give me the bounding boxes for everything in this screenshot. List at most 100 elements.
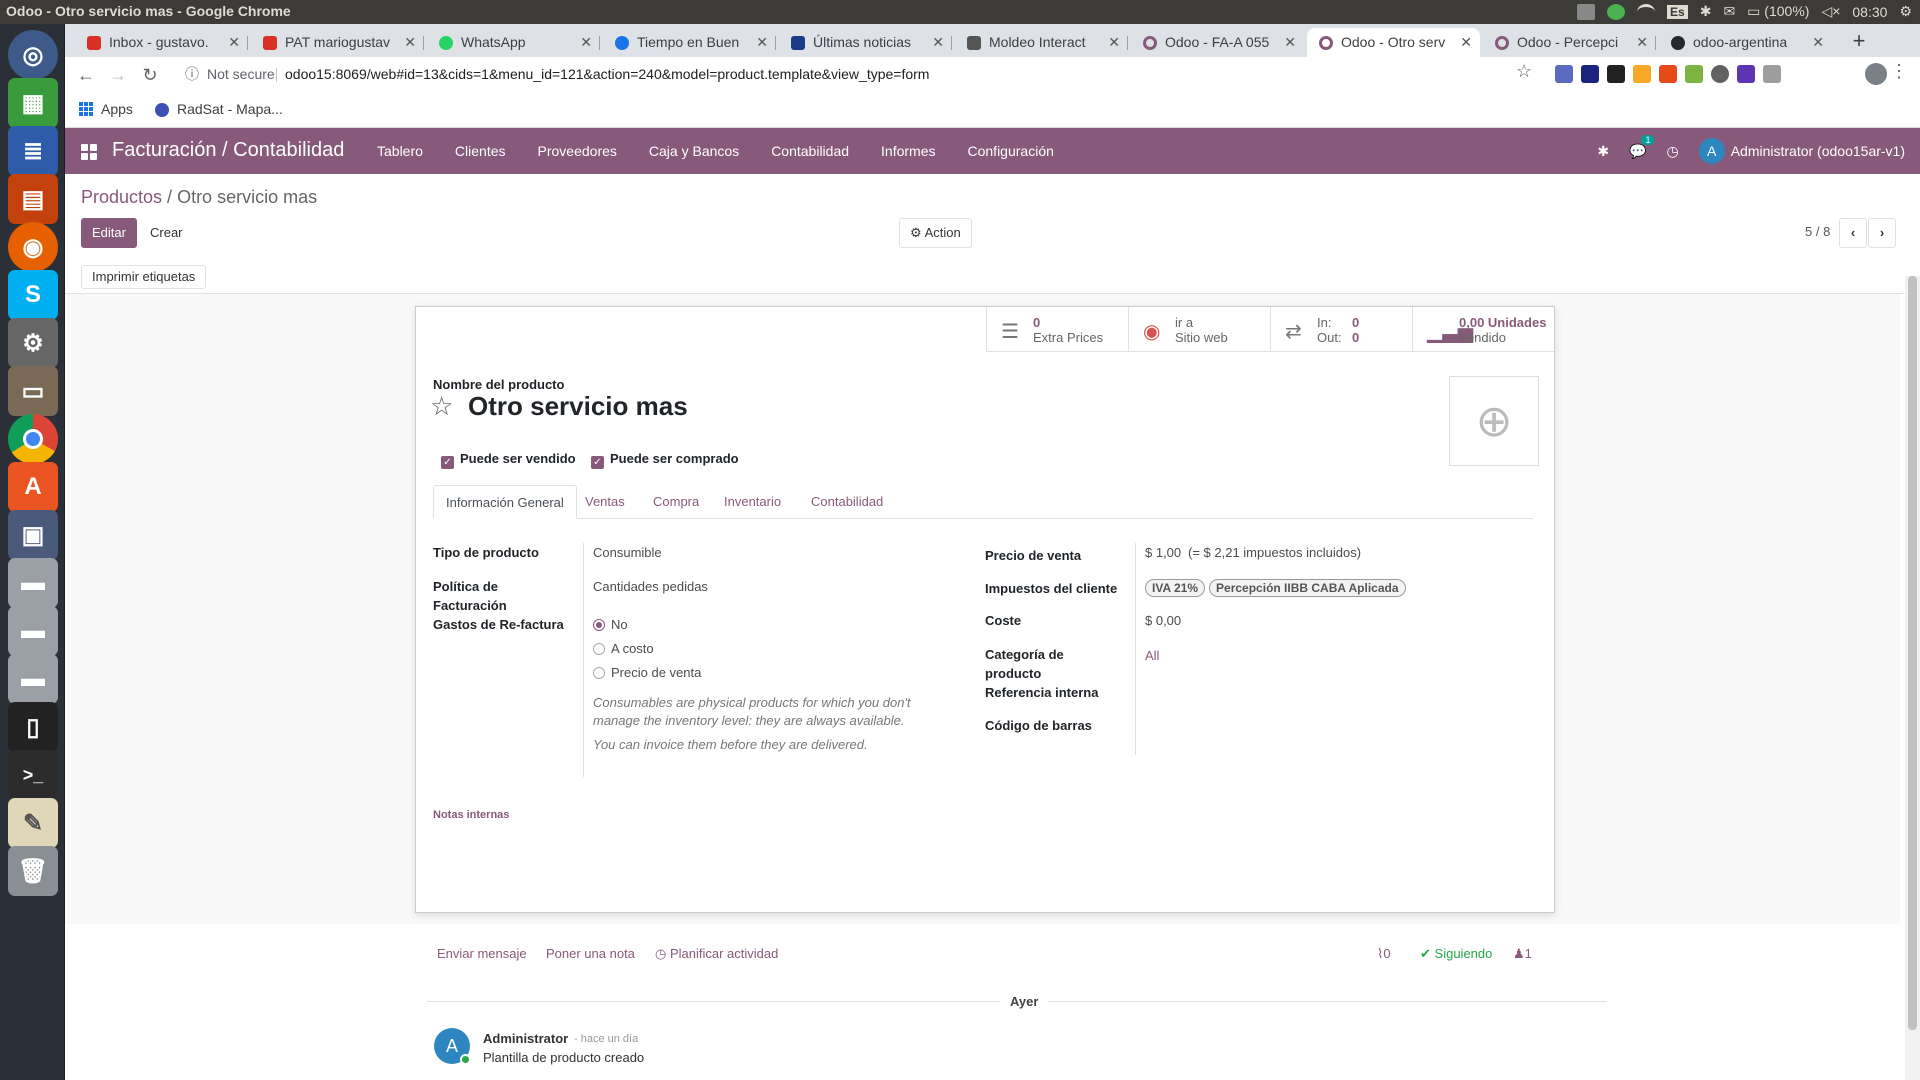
trash-icon[interactable]: 🗑 (8, 846, 58, 896)
update-check-icon[interactable] (1607, 3, 1626, 20)
drive-icon[interactable]: ▬ (8, 558, 58, 608)
bookmark-apps[interactable]: Apps (101, 101, 133, 117)
cost-value[interactable]: $ 0,00 (1145, 613, 1181, 628)
close-tab-icon[interactable]: ✕ (932, 28, 944, 57)
following-button[interactable]: ✔ Siguiendo (1420, 946, 1492, 962)
tax-tag[interactable]: Percepción IIBB CABA Aplicada (1209, 579, 1406, 597)
bluetooth-icon[interactable]: ✱ (1700, 3, 1712, 20)
writer-icon[interactable]: ≣ (8, 126, 58, 176)
apps-grid-icon[interactable] (79, 102, 93, 116)
impress-icon[interactable]: ▤ (8, 174, 58, 224)
expense-option-no[interactable]: No (593, 617, 628, 632)
in-out-button[interactable]: ⇄ In: 0 Out: 0 (1270, 307, 1412, 352)
expense-option-cost[interactable]: A costo (593, 641, 654, 656)
close-tab-icon[interactable]: ✕ (580, 28, 592, 57)
new-tab-button[interactable]: + (1845, 28, 1873, 56)
menu-caja-bancos[interactable]: Caja y Bancos (633, 128, 755, 174)
extension-icon[interactable] (1763, 65, 1781, 83)
phone-icon[interactable]: ▯ (8, 702, 58, 752)
close-tab-icon[interactable]: ✕ (1636, 28, 1648, 57)
profile-avatar[interactable] (1865, 63, 1887, 85)
bookmark-star-icon[interactable]: ☆ (1516, 61, 1532, 82)
user-menu[interactable]: A Administrator (odoo15ar-v1) (1698, 138, 1905, 164)
not-secure-label[interactable]: Not secure (207, 60, 275, 89)
favorite-star-icon[interactable]: ☆ (430, 391, 453, 422)
extension-icon[interactable] (1633, 65, 1651, 83)
tab-compra[interactable]: Compra (641, 485, 711, 519)
address-bar[interactable]: ⓘ Not secure odoo15:8069/web#id=13&cids=… (177, 60, 1605, 89)
browser-tab[interactable]: WhatsApp ✕ (427, 28, 600, 57)
extra-prices-button[interactable]: ☰ 0 Extra Prices (986, 307, 1128, 352)
menu-proveedores[interactable]: Proveedores (522, 128, 633, 174)
url-text[interactable]: odoo15:8069/web#id=13&cids=1&menu_id=121… (285, 60, 929, 89)
info-icon[interactable]: ⓘ (185, 60, 199, 89)
ubuntu-dash-icon[interactable]: ◎ (8, 30, 58, 80)
software-center-icon[interactable]: A (8, 462, 58, 512)
close-tab-icon[interactable]: ✕ (756, 28, 768, 57)
expense-option-sales-price[interactable]: Precio de venta (593, 665, 701, 680)
browser-tab[interactable]: odoo-argentina ✕ (1659, 28, 1832, 57)
menu-clientes[interactable]: Clientes (439, 128, 522, 174)
skype-icon[interactable]: S (8, 270, 58, 320)
menu-tablero[interactable]: Tablero (361, 128, 439, 174)
send-message-button[interactable]: Enviar mensaje (437, 946, 527, 961)
product-type-value[interactable]: Consumible (593, 545, 662, 560)
pager-next-button[interactable]: › (1868, 218, 1896, 248)
extension-icon[interactable] (1711, 65, 1729, 83)
author-avatar[interactable]: A (434, 1028, 471, 1065)
followers-button[interactable]: ♟1 (1513, 946, 1532, 962)
chrome-icon[interactable] (8, 414, 58, 464)
debug-bug-icon[interactable]: ✱ (1597, 143, 1609, 160)
drive-icon[interactable]: ▬ (8, 606, 58, 656)
customer-taxes-tags[interactable]: IVA 21% Percepción IIBB CABA Aplicada (1145, 579, 1410, 597)
settings-gear-icon[interactable]: ⚙ (1899, 3, 1912, 20)
back-arrow-icon[interactable]: ← (73, 62, 99, 88)
activity-clock-icon[interactable]: ◷ (1666, 143, 1678, 160)
browser-tab[interactable]: Moldeo Interact ✕ (955, 28, 1128, 57)
pager-previous-button[interactable]: ‹ (1839, 218, 1867, 248)
product-image-placeholder[interactable]: ⊕ (1449, 376, 1539, 466)
spreadsheet-icon[interactable]: ▦ (8, 78, 58, 128)
breadcrumb-productos[interactable]: Productos (81, 187, 162, 207)
forward-arrow-icon[interactable]: → (105, 62, 131, 88)
browser-tab[interactable]: PAT mariogustav ✕ (251, 28, 424, 57)
action-menu-button[interactable]: ⚙ Action (899, 218, 972, 248)
keyboard-lang-indicator[interactable]: Es (1667, 4, 1688, 19)
browser-tab[interactable]: Últimas noticias ✕ (779, 28, 952, 57)
files-icon[interactable]: ▭ (8, 366, 58, 416)
close-tab-icon[interactable]: ✕ (228, 28, 240, 57)
create-button[interactable]: Crear (139, 218, 194, 248)
app-menu-grid-icon[interactable] (81, 144, 97, 160)
text-editor-icon[interactable]: ✎ (8, 798, 58, 848)
close-tab-icon[interactable]: ✕ (1460, 28, 1472, 57)
tab-ventas[interactable]: Ventas (573, 485, 637, 519)
page-scrollbar[interactable] (1905, 276, 1920, 1080)
pager-value[interactable]: 5 / 8 (1805, 224, 1830, 239)
browser-tab[interactable]: Odoo - FA-A 055 ✕ (1131, 28, 1304, 57)
can-be-sold-checkbox[interactable]: ✓ Puede ser vendido (441, 451, 576, 469)
dropbox-icon[interactable] (1577, 3, 1596, 20)
extension-icon[interactable] (1659, 65, 1677, 83)
app-name[interactable]: Facturación / Contabilidad (112, 139, 344, 162)
close-tab-icon[interactable]: ✕ (1812, 28, 1824, 57)
terminal-icon[interactable]: >_ (8, 750, 58, 800)
tab-informacion-general[interactable]: Información General (433, 485, 577, 519)
browser-tab[interactable]: Tiempo en Buen ✕ (603, 28, 776, 57)
close-tab-icon[interactable]: ✕ (1284, 28, 1296, 57)
extension-icon[interactable] (1555, 65, 1573, 83)
drive-icon[interactable]: ▬ (8, 654, 58, 704)
edit-button[interactable]: Editar (81, 218, 137, 248)
volume-icon[interactable]: ◁× (1821, 3, 1840, 20)
message-author[interactable]: Administrator (483, 1031, 568, 1046)
sold-button[interactable]: ▁▃▅ 0,00 Unidades Vendido (1412, 307, 1554, 352)
firefox-icon[interactable]: ◉ (8, 222, 58, 272)
messages-icon[interactable]: 💬 1 (1629, 134, 1655, 160)
chrome-menu-icon[interactable]: ⋮ (1890, 61, 1908, 82)
battery-indicator[interactable]: ▭ (100%) (1747, 3, 1809, 20)
browser-tab[interactable]: Odoo - Percepci ✕ (1483, 28, 1656, 57)
tab-contabilidad[interactable]: Contabilidad (799, 485, 895, 519)
log-note-button[interactable]: Poner una nota (546, 946, 635, 961)
clock[interactable]: 08:30 (1852, 4, 1887, 20)
close-tab-icon[interactable]: ✕ (404, 28, 416, 57)
close-tab-icon[interactable]: ✕ (1108, 28, 1120, 57)
